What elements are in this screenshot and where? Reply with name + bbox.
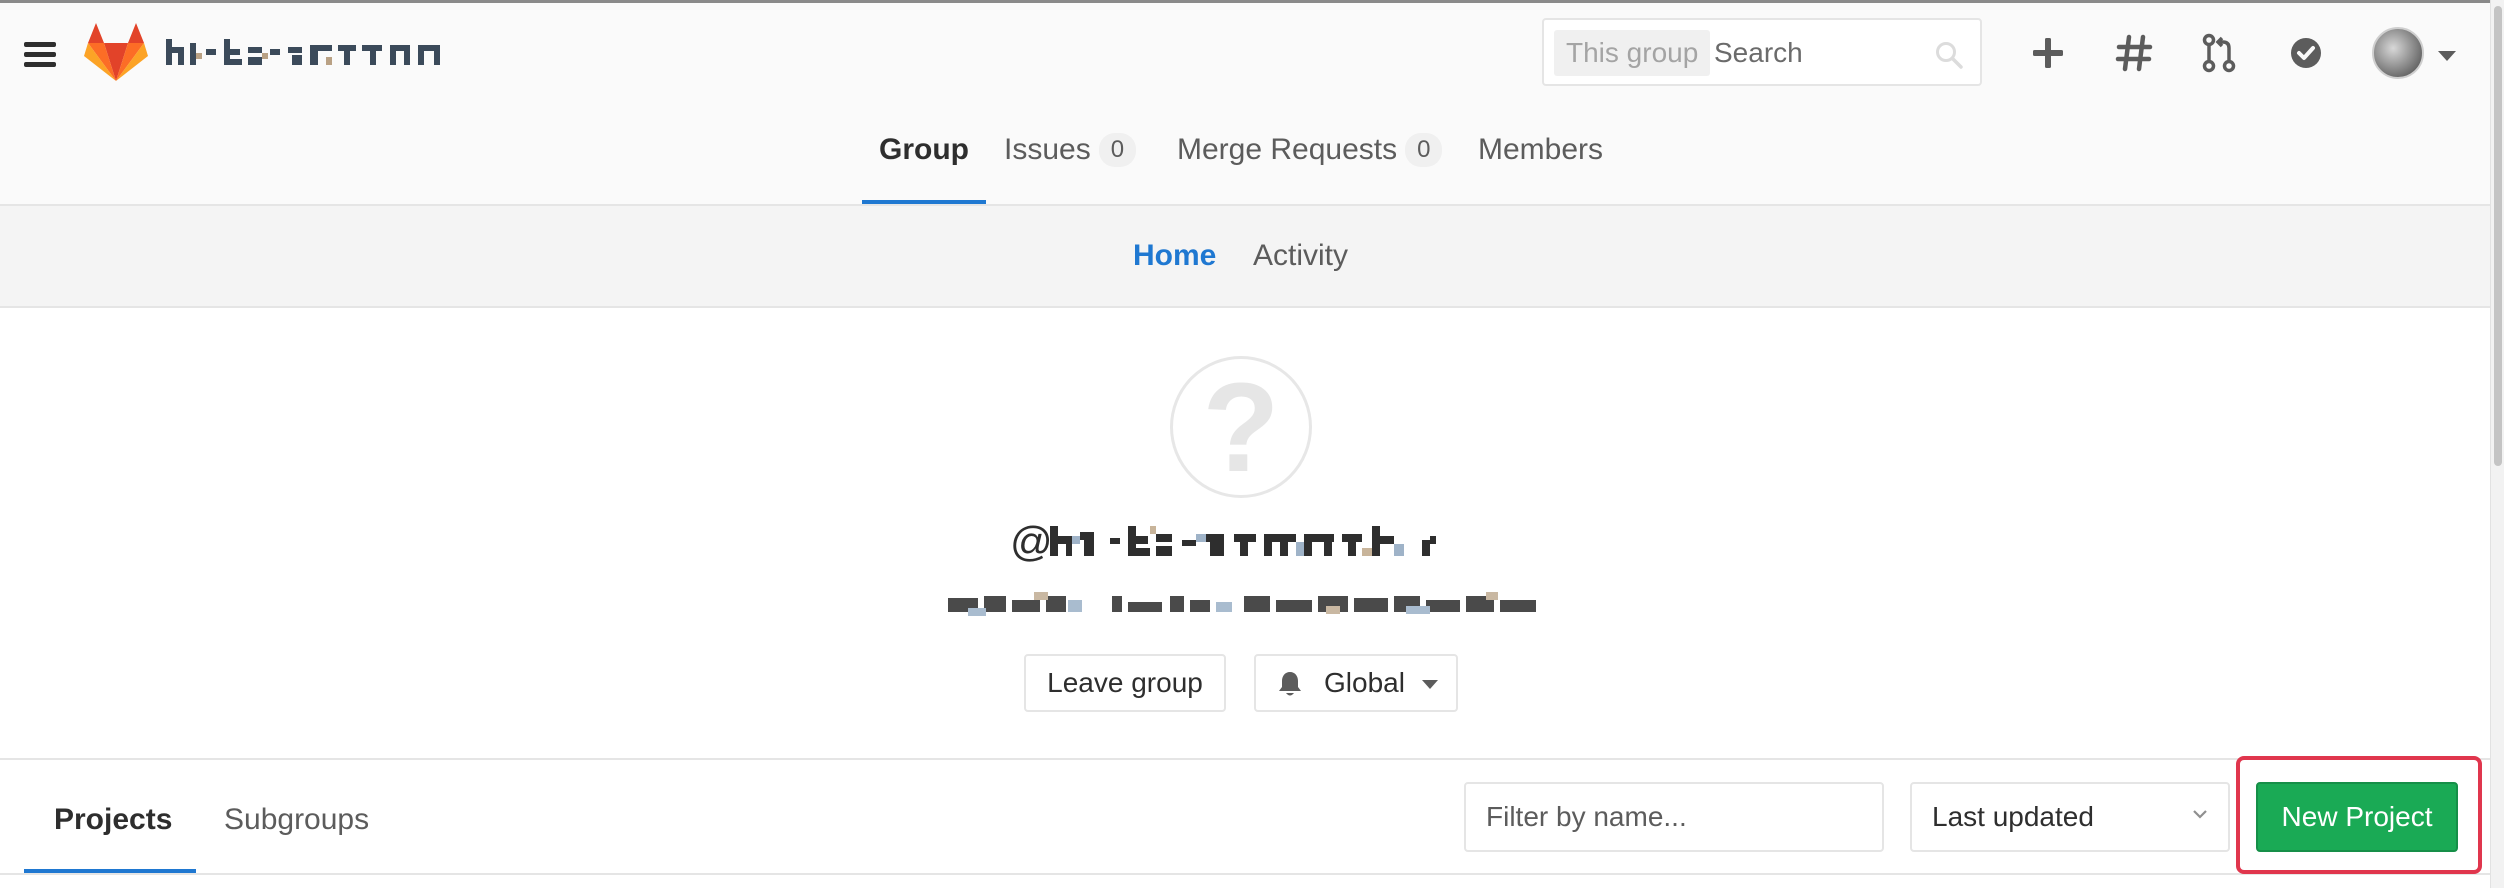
issues-count-badge: 0 [1098, 133, 1137, 167]
notification-settings-button[interactable]: Global [1254, 654, 1458, 712]
tabs-bottom-border [0, 873, 2490, 875]
search-scope-label[interactable]: This group [1554, 30, 1711, 76]
group-description-redacted [948, 592, 1536, 616]
sort-dropdown[interactable]: Last updated [1910, 782, 2230, 852]
tab-members[interactable]: Members [1478, 100, 1603, 204]
sort-selected-value: Last updated [1932, 801, 2094, 832]
tab-activity[interactable]: Activity [1253, 206, 1348, 306]
group-avatar-placeholder-glyph: ? [1202, 357, 1280, 498]
tab-group[interactable]: Group [862, 100, 986, 204]
tab-merge-requests[interactable]: Merge Requests 0 [1177, 100, 1443, 204]
new-project-button[interactable]: New Project [2256, 782, 2458, 852]
tab-issues[interactable]: Issues 0 [1004, 100, 1137, 204]
gitlab-logo[interactable] [84, 23, 148, 81]
chevron-down-icon [1422, 680, 1438, 689]
filter-by-name-input[interactable] [1464, 782, 1884, 852]
tab-home[interactable]: Home [1133, 206, 1216, 306]
group-avatar: ? [1170, 356, 1312, 498]
avatar[interactable] [2372, 27, 2424, 79]
top-navbar: This group [0, 0, 2490, 100]
group-nav-tabs: Group Issues 0 Merge Requests 0 Members [0, 100, 2490, 206]
search-box[interactable]: This group [1542, 18, 1982, 86]
search-icon[interactable] [1934, 40, 1964, 70]
leave-group-button[interactable]: Leave group [1024, 654, 1226, 712]
merge-request-icon[interactable] [2198, 31, 2242, 75]
tab-projects[interactable]: Projects [54, 760, 172, 880]
chevron-down-icon[interactable] [2438, 51, 2456, 61]
plus-icon[interactable] [2026, 31, 2070, 75]
tab-subgroups[interactable]: Subgroups [224, 760, 369, 880]
scrollbar-thumb[interactable] [2494, 6, 2502, 466]
section-divider [0, 758, 2490, 760]
search-input[interactable] [1714, 30, 1924, 76]
user-menu[interactable] [2372, 25, 2462, 81]
group-name-redacted[interactable] [166, 33, 452, 69]
notification-level-label: Global [1324, 667, 1405, 698]
todo-check-icon[interactable] [2284, 31, 2328, 75]
merge-requests-count-badge: 0 [1405, 133, 1443, 167]
hash-icon[interactable] [2112, 31, 2156, 75]
group-sub-nav: Home Activity [0, 206, 2490, 308]
page-scrollbar[interactable] [2490, 0, 2504, 888]
hamburger-menu-icon[interactable] [24, 41, 56, 69]
chevron-down-icon [2193, 810, 2207, 819]
svg-text:@: @ [1010, 518, 1053, 565]
group-path-redacted: @ [1010, 518, 1436, 565]
bell-icon [1279, 672, 1301, 696]
